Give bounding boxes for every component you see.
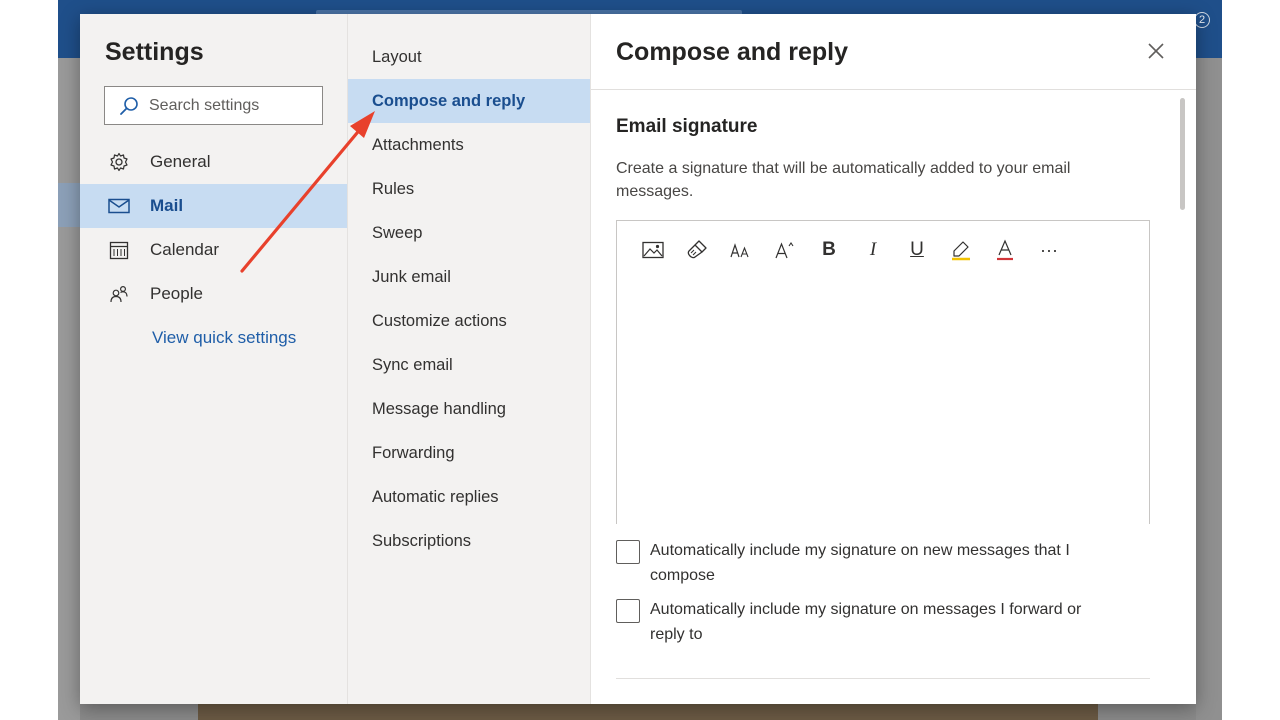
- section-customize-actions[interactable]: Customize actions: [348, 299, 590, 343]
- section-compose-and-reply[interactable]: Compose and reply: [348, 79, 590, 123]
- header-divider: [591, 89, 1196, 90]
- people-icon: [108, 283, 130, 305]
- section-subscriptions[interactable]: Subscriptions: [348, 519, 590, 563]
- signature-editor[interactable]: B I U ···: [616, 220, 1150, 524]
- settings-category-nav: Settings General: [80, 14, 348, 704]
- more-options-button[interactable]: ···: [1027, 235, 1071, 265]
- italic-button[interactable]: I: [851, 235, 895, 265]
- email-signature-heading: Email signature: [616, 116, 758, 138]
- section-automatic-replies[interactable]: Automatic replies: [348, 475, 590, 519]
- category-mail-label: Mail: [150, 196, 183, 216]
- highlight-icon: [950, 239, 972, 261]
- screenshot-stage: 2 Settings: [0, 0, 1280, 720]
- gear-icon: [108, 151, 130, 173]
- auto-signature-forward-reply-row[interactable]: Automatically include my signature on me…: [616, 599, 1120, 647]
- close-icon: [1147, 42, 1165, 60]
- highlight-button[interactable]: [939, 235, 983, 265]
- insert-image-button[interactable]: [631, 235, 675, 265]
- mail-icon: [108, 195, 130, 217]
- section-sweep[interactable]: Sweep: [348, 211, 590, 255]
- section-rules[interactable]: Rules: [348, 167, 590, 211]
- category-mail[interactable]: Mail: [80, 184, 347, 228]
- content-title: Compose and reply: [616, 38, 848, 67]
- section-attachments[interactable]: Attachments: [348, 123, 590, 167]
- view-quick-settings-link[interactable]: View quick settings: [152, 328, 296, 348]
- underline-button[interactable]: U: [895, 235, 939, 265]
- section-divider: [616, 678, 1150, 679]
- section-layout[interactable]: Layout: [348, 35, 590, 79]
- auto-signature-new-messages-row[interactable]: Automatically include my signature on ne…: [616, 540, 1120, 588]
- category-calendar[interactable]: Calendar: [80, 228, 347, 272]
- section-forwarding[interactable]: Forwarding: [348, 431, 590, 475]
- category-people-label: People: [150, 284, 203, 304]
- font-color-button[interactable]: [983, 235, 1027, 265]
- content-pane: Compose and reply Email signature Create…: [591, 14, 1196, 704]
- auto-signature-new-messages-label: Automatically include my signature on ne…: [650, 538, 1120, 588]
- category-general[interactable]: General: [80, 140, 347, 184]
- settings-title: Settings: [105, 38, 204, 67]
- format-painter-button[interactable]: [675, 235, 719, 265]
- email-signature-description: Create a signature that will be automati…: [616, 157, 1136, 203]
- section-junk-email[interactable]: Junk email: [348, 255, 590, 299]
- settings-dialog: Settings General: [80, 14, 1196, 704]
- editor-toolbar: B I U ···: [631, 235, 1071, 265]
- font-size-icon: [730, 241, 752, 259]
- background-reading-pane: [198, 704, 1098, 720]
- font-color-icon: [995, 239, 1015, 261]
- search-settings-input[interactable]: [149, 97, 309, 115]
- background-left-rail-selection: [58, 183, 80, 227]
- insert-image-icon: [642, 241, 664, 259]
- close-button[interactable]: [1143, 38, 1169, 64]
- search-settings-box[interactable]: [104, 86, 323, 125]
- search-icon: [119, 96, 139, 116]
- category-calendar-label: Calendar: [150, 240, 219, 260]
- notification-badge: 2: [1194, 12, 1210, 28]
- auto-signature-forward-reply-label: Automatically include my signature on me…: [650, 597, 1120, 647]
- mail-sections-nav: Layout Compose and reply Attachments Rul…: [348, 14, 591, 704]
- grow-font-button[interactable]: [763, 235, 807, 265]
- calendar-icon: [108, 239, 130, 261]
- background-right-strip: [1196, 58, 1222, 720]
- category-people[interactable]: People: [80, 272, 347, 316]
- grow-font-icon: [774, 240, 796, 260]
- section-message-handling[interactable]: Message handling: [348, 387, 590, 431]
- bold-button[interactable]: B: [807, 235, 851, 265]
- section-sync-email[interactable]: Sync email: [348, 343, 590, 387]
- font-size-button[interactable]: [719, 235, 763, 265]
- format-painter-icon: [686, 239, 708, 261]
- category-general-label: General: [150, 152, 210, 172]
- content-scrollbar[interactable]: [1180, 98, 1185, 210]
- auto-signature-new-messages-checkbox[interactable]: [616, 540, 640, 564]
- background-left-rail: [58, 58, 80, 720]
- auto-signature-forward-reply-checkbox[interactable]: [616, 599, 640, 623]
